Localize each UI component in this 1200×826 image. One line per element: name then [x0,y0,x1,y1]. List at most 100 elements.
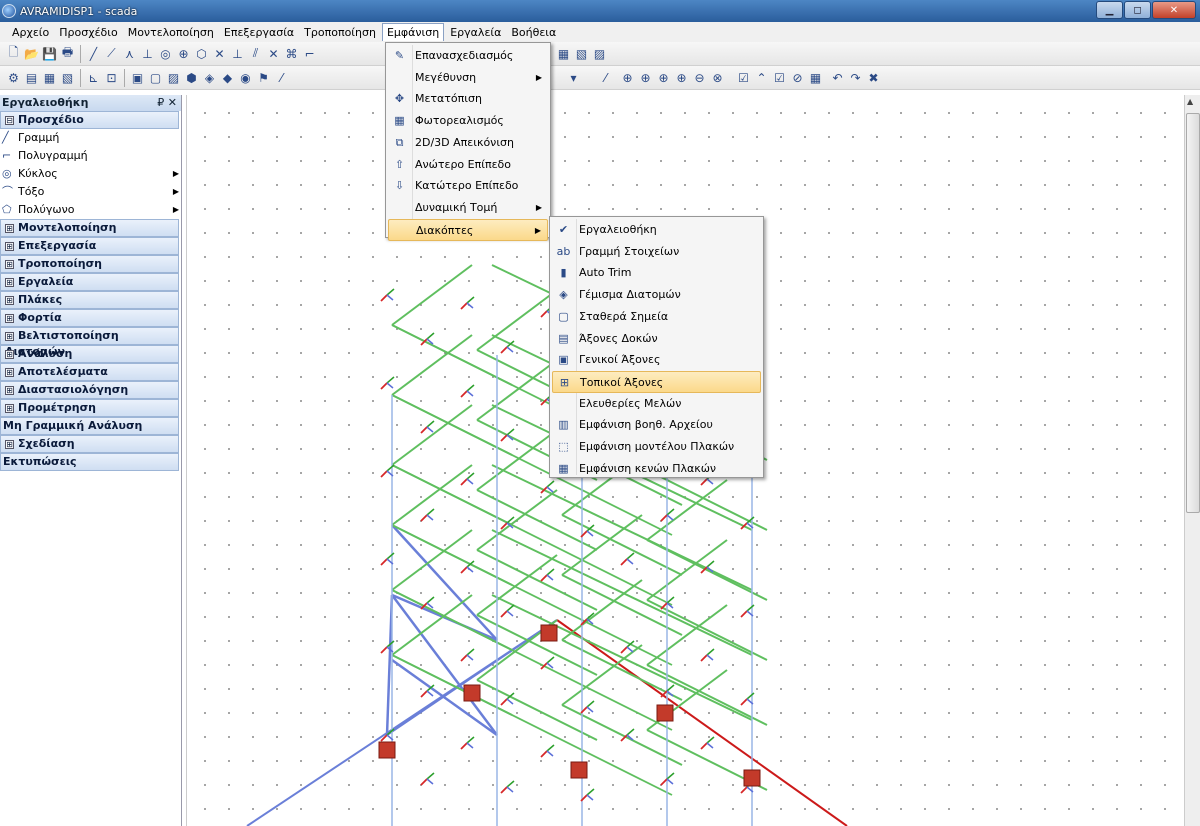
toolbar-tool-icon[interactable]: ◆ [220,70,235,85]
expand-icon[interactable]: ⊟ [5,116,14,125]
expand-icon[interactable]: ⊞ [5,278,14,287]
toolbar-tool-icon[interactable]: ⁄ [274,70,289,85]
toolbar-tool-icon[interactable]: ✖ [866,70,881,85]
menu-7[interactable]: Βοήθεια [507,24,560,41]
toolbar-tool-icon[interactable]: ↷ [848,70,863,85]
toolbar-tool-icon[interactable]: ⊥ [230,46,245,61]
toolbar-tool-icon[interactable]: ⬡ [194,46,209,61]
expand-icon[interactable]: ⊞ [5,404,14,413]
close-button[interactable]: ✕ [1152,1,1196,19]
toolbox-section[interactable]: ⊞ Πλάκες [0,291,179,309]
toolbar-tool-icon[interactable]: ⊕ [176,46,191,61]
toolbar-tool-icon[interactable]: ⊕ [620,70,635,85]
minimize-button[interactable]: ▁ [1096,1,1123,19]
toolbar-tool-icon[interactable]: ⚑ [256,70,271,85]
menu-item[interactable]: ⇩ Κατώτερο Επίπεδο [388,175,548,197]
menu-item[interactable]: ▦ Εμφάνιση κενών Πλακών [552,458,761,480]
toolbox-section[interactable]: ⊞Βελτιστοποίηση Διατομών [0,327,179,358]
toolbar-tool-icon[interactable]: ▤ [24,70,39,85]
toolbox-item[interactable]: ╱ Γραμμή [0,129,181,147]
menu-item[interactable]: ⬚ Εμφάνιση μοντέλου Πλακών [552,436,761,458]
toolbox-item[interactable]: ⬠ Πολύγωνο ▶ [0,201,181,219]
expand-icon[interactable]: ⊞ [5,350,14,359]
expand-icon[interactable]: ⊞ [5,224,14,233]
expand-icon[interactable]: ⊞ [5,386,14,395]
toolbox-section[interactable]: Μη Γραμμική Ανάλυση [0,417,179,435]
toolbar-tool-icon[interactable]: ◎ [158,46,173,61]
expand-icon[interactable]: ⊞ [5,260,14,269]
toolbar-tool-icon[interactable]: ⊘ [790,70,805,85]
toolbar-tool-icon[interactable]: ⌘ [284,46,299,61]
toolbar-tool-icon[interactable]: ⊾ [86,70,101,85]
toolbar-tool-icon[interactable]: 🖶 [60,45,75,61]
menu-item[interactable]: ▮ Auto Trim [552,262,761,284]
toolbar-tool-icon[interactable]: ☑ [736,70,751,85]
expand-icon[interactable]: ⊞ [5,368,14,377]
toolbar-tool-icon[interactable]: ⊥ [140,46,155,61]
toolbar-tool-icon[interactable]: ⟋ [104,46,119,61]
toolbox-section[interactable]: ⊟ Προσχέδιο [0,111,179,129]
menu-item[interactable]: ▥ Εμφάνιση βοηθ. Αρχείου [552,414,761,436]
toolbar-tool-icon[interactable]: ⬢ [184,70,199,85]
menu-2[interactable]: Μοντελοποίηση [124,24,218,41]
menu-item[interactable]: ⊞ Τοπικοί Άξονες [552,370,761,393]
toolbar-tool-icon[interactable]: ▧ [574,46,589,61]
toolbar-tool-icon[interactable]: ✕ [212,46,227,61]
toolbox-section[interactable]: ⊞ Ανάλυση [0,345,179,363]
toolbar-tool-icon[interactable]: ▨ [592,46,607,61]
maximize-button[interactable]: ◻ [1124,1,1151,19]
toolbar-tool-icon[interactable]: ▧ [60,70,75,85]
toolbar-tool-icon[interactable]: ⫽ [248,46,263,61]
toolbox-section[interactable]: ⊞ Διαστασιολόγηση [0,381,179,399]
toolbar-tool-icon[interactable]: ⚙ [6,70,21,85]
toolbar-tool-icon[interactable]: ╱ [86,46,101,61]
scroll-up-icon[interactable]: ▲ [1187,97,1193,106]
menu-item[interactable]: Διακόπτες ▶ [388,218,548,241]
toolbar-tool-icon[interactable]: ▢ [148,70,163,85]
toolbar-tool-icon[interactable]: ▣ [130,70,145,85]
menu-item[interactable]: Ελευθερίες Μελών [552,393,761,415]
menu-6[interactable]: Εργαλεία [446,24,505,41]
expand-icon[interactable]: ⊞ [5,242,14,251]
toolbox-section[interactable]: ⊞ Φορτία [0,309,179,327]
expand-icon[interactable]: ⊞ [5,314,14,323]
toolbar-tool-icon[interactable]: ◈ [202,70,217,85]
menu-item[interactable]: ◈ Γέμισμα Διατομών [552,284,761,306]
toolbar-tool-icon[interactable]: ↶ [830,70,845,85]
toolbox-pin-icon[interactable]: ₽ ✕ [157,95,177,111]
toolbar-tool-icon[interactable]: ⊕ [674,70,689,85]
toolbar-tool-icon[interactable]: ⌃ [754,70,769,85]
toolbox-section[interactable]: Εκτυπώσεις [0,453,179,471]
toolbar-tool-icon[interactable]: 📂 [24,46,39,61]
expand-icon[interactable]: ⊞ [5,332,14,341]
menu-item[interactable]: ⇧ Ανώτερο Επίπεδο [388,154,548,176]
toolbox-section[interactable]: ⊞ Μοντελοποίηση [0,219,179,237]
menu-item[interactable]: ▣ Γενικοί Άξονες [552,349,761,371]
menu-item[interactable]: ▦ Φωτορεαλισμός [388,110,548,132]
toolbar-tool-icon[interactable]: ▦ [556,46,571,61]
expand-icon[interactable]: ⊞ [5,440,14,449]
menu-item[interactable]: Μεγέθυνση ▶ [388,67,548,89]
toolbar-tool-icon[interactable]: ⌐ [302,46,317,61]
vertical-scrollbar[interactable]: ▲ [1184,95,1200,826]
toolbar-tool-icon[interactable]: ⊖ [692,70,707,85]
toolbar-tool-icon[interactable]: ⊗ [710,70,725,85]
toolbar-tool-icon[interactable]: ⊡ [104,70,119,85]
toolbox-item[interactable]: ⌐ Πολυγραμμή [0,147,181,165]
toolbox-section[interactable]: ⊞ Εργαλεία [0,273,179,291]
menu-item[interactable]: ab Γραμμή Στοιχείων [552,241,761,263]
menu-item[interactable]: Δυναμική Τομή ▶ [388,197,548,219]
toolbox-section[interactable]: ⊞ Αποτελέσματα [0,363,179,381]
toolbar-tool-icon[interactable]: ⊕ [656,70,671,85]
toolbar-tool-icon[interactable]: ⁄ [598,70,613,85]
menu-0[interactable]: Αρχείο [8,24,53,41]
menu-5[interactable]: Εμφάνιση [381,23,445,41]
menu-1[interactable]: Προσχέδιο [55,24,121,41]
toolbar-tool-icon[interactable]: ▦ [42,70,57,85]
toolbox-section[interactable]: ⊞ Επεξεργασία [0,237,179,255]
toolbar-tool-icon[interactable]: ☑ [772,70,787,85]
toolbar-tool-icon[interactable]: ▨ [166,70,181,85]
toolbar-tool-icon[interactable]: ✕ [266,46,281,61]
menu-4[interactable]: Τροποποίηση [300,24,380,41]
scrollbar-thumb[interactable] [1186,113,1200,513]
